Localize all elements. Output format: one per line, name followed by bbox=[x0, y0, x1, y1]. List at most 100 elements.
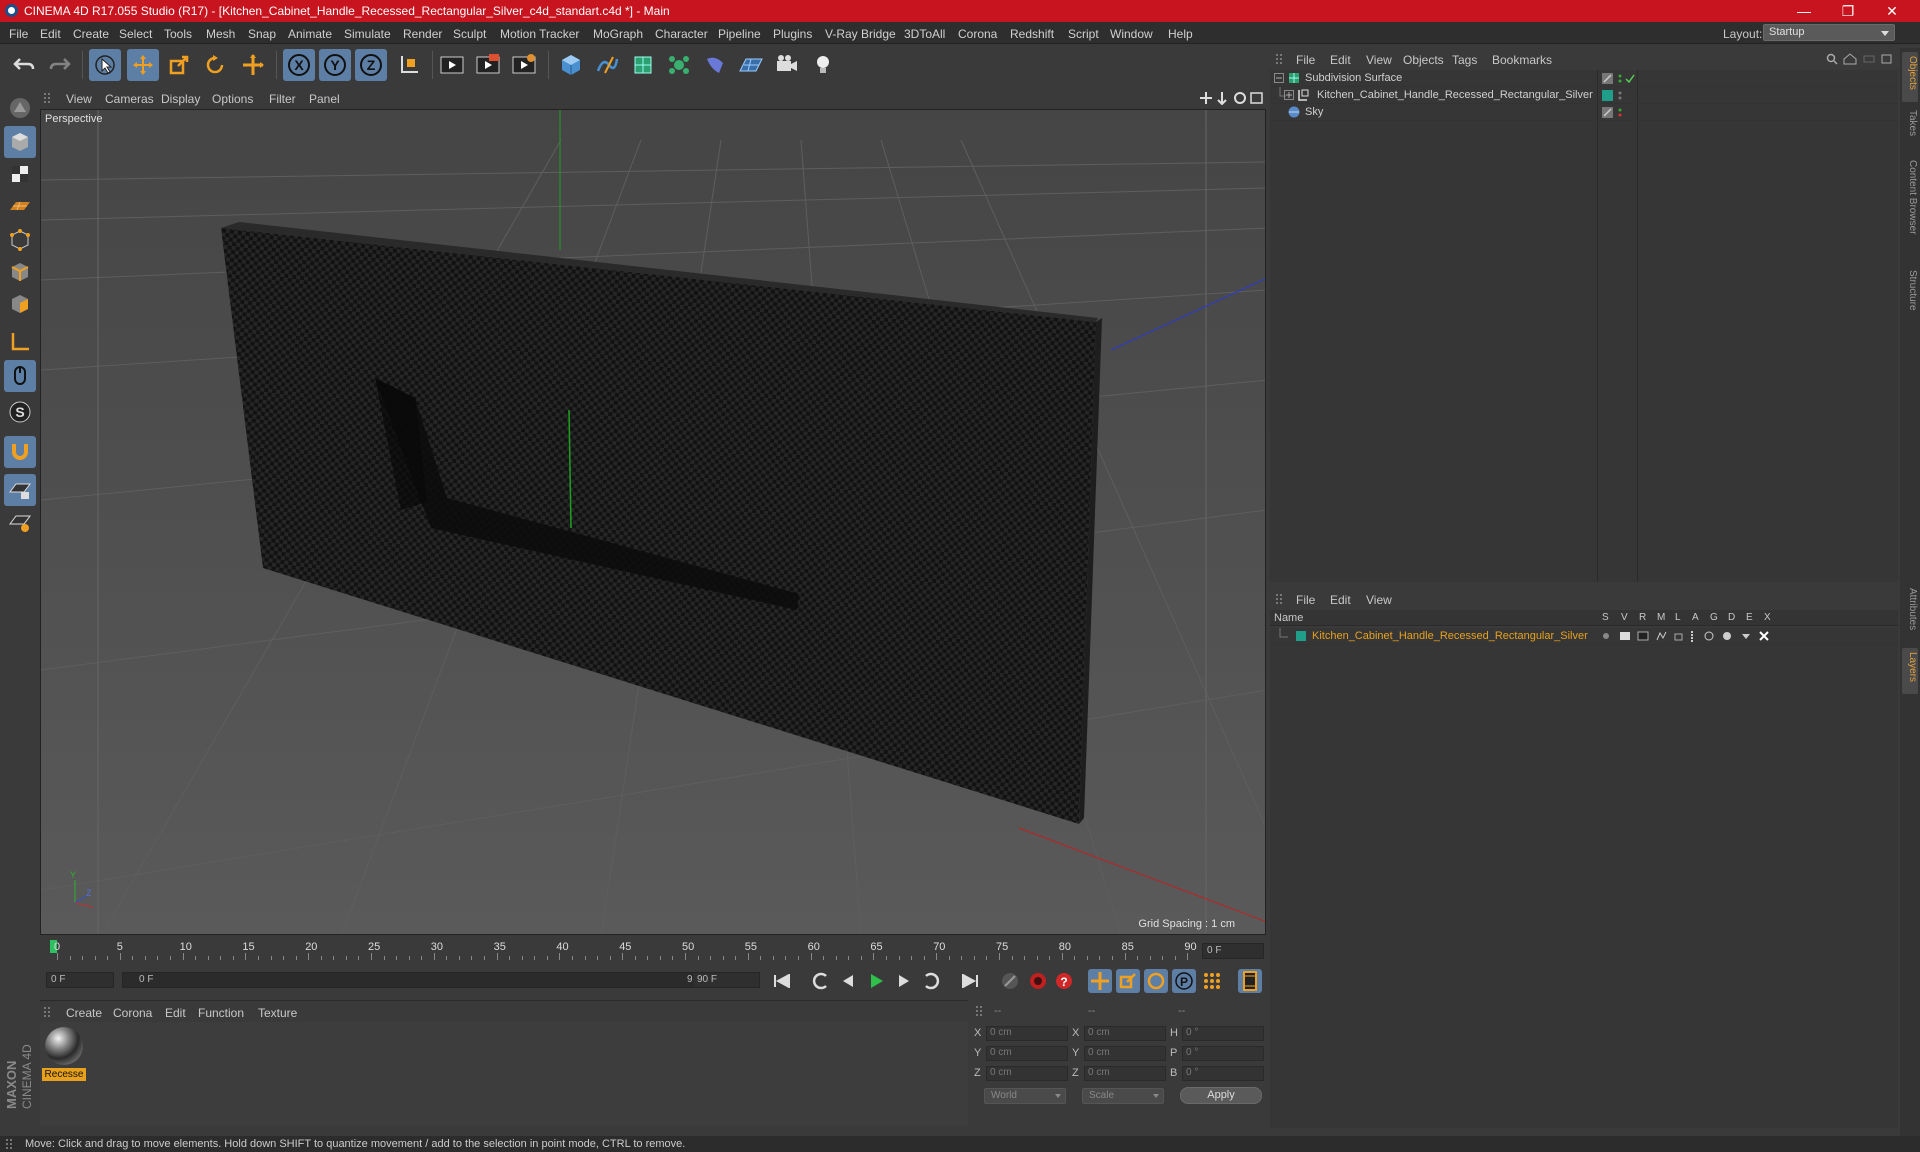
points-mode-icon[interactable] bbox=[4, 224, 36, 256]
cube-object-icon[interactable] bbox=[555, 49, 587, 81]
close-icon[interactable]: ✕ bbox=[1872, 2, 1912, 20]
menu-window[interactable]: Window bbox=[1110, 27, 1153, 41]
menu-help[interactable]: Help bbox=[1168, 27, 1193, 41]
previous-frame-icon[interactable] bbox=[836, 969, 860, 993]
position-y-field[interactable]: 0 cm bbox=[986, 1046, 1068, 1061]
layers-menu-file[interactable]: File bbox=[1296, 593, 1315, 607]
model-mode-icon[interactable] bbox=[4, 126, 36, 158]
menu-script[interactable]: Script bbox=[1068, 27, 1099, 41]
size-x-field[interactable]: 0 cm bbox=[1084, 1026, 1166, 1041]
tab-content-browser[interactable]: Content Browser bbox=[1902, 160, 1918, 260]
objects-menu-bookmarks[interactable]: Bookmarks bbox=[1492, 53, 1552, 67]
layer-col-s[interactable]: S bbox=[1602, 612, 1609, 623]
timeline-ruler[interactable]: 0 5 10 15 20 25 30 35 40 45 50 55 60 65 70 75 80 85 90 0 F bbox=[40, 938, 1266, 964]
light-icon[interactable] bbox=[807, 49, 839, 81]
z-axis-lock-icon[interactable]: Z bbox=[355, 49, 387, 81]
position-x-field[interactable]: 0 cm bbox=[986, 1026, 1068, 1041]
material-menu-edit[interactable]: Edit bbox=[165, 1006, 186, 1020]
viewport-menu-view[interactable]: View bbox=[66, 92, 92, 106]
objects-menu-objects[interactable]: Objects bbox=[1403, 53, 1444, 67]
restore-icon[interactable]: ❐ bbox=[1828, 2, 1868, 20]
menu-motion-tracker[interactable]: Motion Tracker bbox=[500, 27, 579, 41]
rotation-h-field[interactable]: 0 ° bbox=[1182, 1026, 1264, 1041]
menu-vray-bridge[interactable]: V-Ray Bridge bbox=[825, 27, 896, 41]
objects-menu-view[interactable]: View bbox=[1366, 53, 1392, 67]
layout-select[interactable]: Startup bbox=[1763, 24, 1895, 41]
menu-snap[interactable]: Snap bbox=[248, 27, 276, 41]
play-forward-icon[interactable] bbox=[864, 969, 888, 993]
go-to-end-icon[interactable] bbox=[958, 969, 982, 993]
undo-icon[interactable] bbox=[8, 49, 40, 81]
tab-takes[interactable]: Takes bbox=[1902, 110, 1918, 150]
next-keyframe-icon[interactable] bbox=[920, 969, 944, 993]
render-view-icon[interactable] bbox=[436, 49, 468, 81]
polygons-mode-icon[interactable] bbox=[4, 288, 36, 320]
menu-sculpt[interactable]: Sculpt bbox=[453, 27, 486, 41]
next-frame-icon[interactable] bbox=[892, 969, 916, 993]
size-y-field[interactable]: 0 cm bbox=[1084, 1046, 1166, 1061]
menu-pipeline[interactable]: Pipeline bbox=[718, 27, 761, 41]
layers-menu-edit[interactable]: Edit bbox=[1330, 593, 1351, 607]
object-name[interactable]: Subdivision Surface bbox=[1305, 72, 1402, 84]
layer-col-e[interactable]: E bbox=[1746, 612, 1753, 623]
rotation-p-field[interactable]: 0 ° bbox=[1182, 1046, 1264, 1061]
pen-spline-icon[interactable] bbox=[591, 49, 623, 81]
menu-render[interactable]: Render bbox=[403, 27, 442, 41]
layer-col-x[interactable]: X bbox=[1764, 612, 1771, 623]
viewport-menu-options[interactable]: Options bbox=[212, 92, 253, 106]
start-frame-field[interactable]: 0 F bbox=[46, 972, 114, 988]
tweak-mode-icon[interactable] bbox=[4, 360, 36, 392]
viewport-navigation-icons[interactable] bbox=[1200, 91, 1264, 105]
render-settings-icon[interactable] bbox=[508, 49, 540, 81]
workplane-lock-icon[interactable] bbox=[4, 474, 36, 506]
position-z-field[interactable]: 0 cm bbox=[986, 1066, 1068, 1081]
workplane-mode-icon[interactable] bbox=[4, 190, 36, 222]
go-to-start-icon[interactable] bbox=[770, 969, 794, 993]
expand-icon[interactable] bbox=[1284, 90, 1294, 100]
layers-menu-view[interactable]: View bbox=[1366, 593, 1392, 607]
key-parameter-icon[interactable]: P bbox=[1172, 969, 1196, 993]
layer-toggle-icons[interactable] bbox=[1600, 630, 1780, 643]
cloner-icon[interactable] bbox=[663, 49, 695, 81]
menu-edit[interactable]: Edit bbox=[40, 27, 61, 41]
menu-file[interactable]: File bbox=[9, 27, 28, 41]
material-swatch[interactable]: Recesse bbox=[42, 1024, 86, 1082]
material-menu-texture[interactable]: Texture bbox=[258, 1006, 297, 1020]
render-to-picture-viewer-icon[interactable] bbox=[472, 49, 504, 81]
grid-workplane-icon[interactable] bbox=[4, 506, 36, 538]
redo-icon[interactable] bbox=[44, 49, 76, 81]
minimize-icon[interactable]: — bbox=[1784, 2, 1824, 20]
menu-simulate[interactable]: Simulate bbox=[344, 27, 391, 41]
layer-col-a[interactable]: A bbox=[1692, 612, 1699, 623]
layer-color-swatch[interactable] bbox=[1296, 631, 1306, 641]
transform-tool-icon[interactable] bbox=[237, 49, 269, 81]
timeline-window-icon[interactable] bbox=[1238, 969, 1262, 993]
deformer-icon[interactable] bbox=[699, 49, 731, 81]
autokey-record-icon[interactable] bbox=[1026, 969, 1050, 993]
tab-layers[interactable]: Layers bbox=[1902, 648, 1918, 694]
viewport-menu-display[interactable]: Display bbox=[161, 92, 200, 106]
rotation-b-field[interactable]: 0 ° bbox=[1182, 1066, 1264, 1081]
floor-scene-icon[interactable] bbox=[735, 49, 767, 81]
object-manager-nav-icons[interactable] bbox=[1826, 53, 1896, 65]
material-menu-corona[interactable]: Corona bbox=[113, 1006, 152, 1020]
objects-menu-tags[interactable]: Tags bbox=[1452, 53, 1477, 67]
layer-name[interactable]: Kitchen_Cabinet_Handle_Recessed_Rectangu… bbox=[1312, 630, 1588, 642]
previous-keyframe-icon[interactable] bbox=[808, 969, 832, 993]
object-name[interactable]: Kitchen_Cabinet_Handle_Recessed_Rectangu… bbox=[1317, 89, 1593, 101]
key-scale-icon[interactable] bbox=[1116, 969, 1140, 993]
object-visibility-toggles[interactable] bbox=[1602, 107, 1636, 118]
size-z-field[interactable]: 0 cm bbox=[1084, 1066, 1166, 1081]
texture-mode-icon[interactable] bbox=[4, 158, 36, 190]
rotate-tool-icon[interactable] bbox=[199, 49, 231, 81]
menu-tools[interactable]: Tools bbox=[164, 27, 192, 41]
object-visibility-toggles[interactable] bbox=[1602, 73, 1636, 84]
key-pla-icon[interactable] bbox=[1200, 969, 1224, 993]
make-editable-icon[interactable] bbox=[4, 92, 36, 124]
perspective-viewport[interactable]: Y Z Perspective Grid Spacing : 1 cm bbox=[40, 109, 1266, 935]
menu-redshift[interactable]: Redshift bbox=[1010, 27, 1054, 41]
objects-menu-edit[interactable]: Edit bbox=[1330, 53, 1351, 67]
menu-select[interactable]: Select bbox=[119, 27, 152, 41]
camera-icon[interactable] bbox=[771, 49, 803, 81]
layer-col-m[interactable]: M bbox=[1657, 612, 1665, 623]
